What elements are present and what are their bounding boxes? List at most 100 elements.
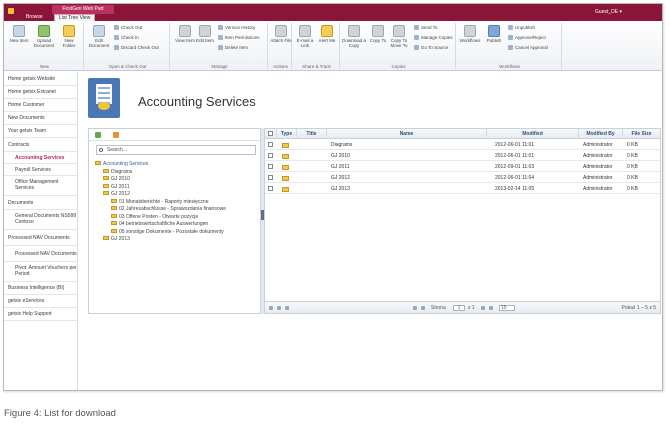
folder-icon	[282, 143, 289, 148]
tree-search-input[interactable]: Search...	[96, 145, 256, 155]
column-modified[interactable]: Modified	[487, 129, 579, 139]
tree-node[interactable]: 05 sonstige Dokumente - Pozostałe dokume…	[111, 228, 224, 235]
download-copy-button[interactable]: Download a Copy	[342, 25, 366, 48]
table-row[interactable]: GJ 2010 2012-06-01 11:01 Administrator 0 KB	[265, 151, 660, 161]
sidebar-item[interactable]: Processed NAV Documents	[4, 230, 77, 246]
pager-export-icon[interactable]	[285, 306, 289, 310]
tree-node[interactable]: 04 betriebswirtschaftliche Auswertungen	[111, 221, 208, 227]
last-page-icon[interactable]	[489, 306, 493, 310]
edit-item-button[interactable]: Edit Item	[194, 25, 216, 43]
unpublish-button[interactable]: Unpublish	[508, 25, 535, 31]
tree-node[interactable]: 03 Offene Posten - Otwarte pozycje	[111, 213, 198, 220]
sidebar-item[interactable]: General Documents NS999 Contoso	[4, 210, 77, 230]
tab-browse[interactable]: Browse	[22, 14, 47, 21]
view-item-button[interactable]: View Item	[174, 25, 196, 43]
sidebar-item[interactable]: Payroll Services	[4, 164, 77, 176]
tree-node[interactable]: 01 Monatsberichte - Raporty miesięczne	[111, 198, 209, 205]
figure-caption: Figure 4: List for download	[4, 408, 116, 419]
expand-all-icon[interactable]	[113, 132, 119, 138]
refresh-icon[interactable]	[95, 132, 101, 138]
tab-list-tree-view[interactable]: List Tree View	[54, 14, 96, 21]
sidebar-item[interactable]: Office Management Services	[4, 176, 77, 196]
row-modified: 2012-06-01 11:01	[495, 153, 535, 159]
email-link-button[interactable]: E-mail a Link	[294, 25, 316, 48]
row-checkbox[interactable]	[268, 186, 273, 191]
tree-node[interactable]: Accounting Services	[95, 161, 148, 167]
table-row[interactable]: Diagrams 2012-06-01 11:01 Administrator 0 K…	[265, 140, 660, 150]
sidebar-item[interactable]: Contracts	[4, 138, 77, 152]
item-permissions-button[interactable]: Item Permissions	[218, 35, 260, 41]
sidebar-item[interactable]: Accounting Services	[4, 152, 77, 164]
tree-node[interactable]: 02 Jahresabschlüsse - Sprawozdania finan…	[111, 206, 226, 212]
column-file-size[interactable]: File Size	[623, 129, 660, 139]
row-checkbox[interactable]	[268, 142, 273, 147]
select-all-checkbox[interactable]	[268, 131, 273, 136]
publish-button[interactable]: Publish	[483, 25, 505, 43]
sidebar-item[interactable]: Processed NAV Documents	[4, 246, 77, 262]
sidebar-item[interactable]: Business Intelligence (BI)	[4, 282, 77, 295]
first-page-icon[interactable]	[413, 306, 417, 310]
folder-icon	[103, 191, 109, 195]
coin-shape	[98, 102, 110, 110]
row-checkbox[interactable]	[268, 164, 273, 169]
page-number-input[interactable]: 1	[453, 305, 465, 311]
column-name[interactable]: Name	[327, 129, 487, 139]
copy-to-button[interactable]: Copy To	[367, 25, 389, 43]
table-row[interactable]: GJ 2013 2013-02-14 11:05 Administrator 0 KB	[265, 184, 660, 194]
attach-file-button[interactable]: Attach File	[270, 25, 292, 43]
sidebar-item[interactable]: Pivot: Amount Vouchers per Period	[4, 262, 77, 282]
row-checkbox[interactable]	[268, 153, 273, 158]
tree-node[interactable]: Diagrams	[103, 168, 132, 175]
column-title[interactable]: Title	[297, 129, 327, 139]
pager-refresh-icon[interactable]	[277, 306, 281, 310]
sidebar-item[interactable]: Home Customer	[4, 99, 77, 112]
check-out-button[interactable]: Check Out	[114, 25, 142, 31]
check-in-button[interactable]: Check In	[114, 35, 139, 41]
site-actions-icon[interactable]	[8, 8, 14, 14]
row-name[interactable]: Diagrams	[329, 140, 352, 150]
workflows-button[interactable]: Workflows	[458, 25, 482, 43]
send-to-button[interactable]: Send To	[414, 25, 437, 31]
table-row[interactable]: GJ 2012 2012-06-01 11:04 Administrator 0 KB	[265, 173, 660, 183]
version-history-button[interactable]: Version History	[218, 25, 255, 31]
next-page-icon[interactable]	[481, 306, 485, 310]
new-item-button[interactable]: New Item	[8, 25, 30, 43]
move-to-button[interactable]: Copy To Move To	[388, 25, 410, 48]
tree-node[interactable]: GJ 2013	[103, 236, 130, 242]
new-folder-button[interactable]: New Folder	[58, 25, 80, 48]
page-size-select[interactable]: 15	[499, 305, 515, 311]
manage-copies-button[interactable]: Manage Copies	[414, 35, 453, 41]
column-type[interactable]: Type	[277, 129, 297, 139]
select-all-column[interactable]	[265, 129, 277, 139]
sidebar-item[interactable]: getsix eServices	[4, 295, 77, 308]
table-row[interactable]: GJ 2011 2012-09-01 11:03 Administrator 0 KB	[265, 162, 660, 172]
sidebar-item[interactable]: New Documents	[4, 112, 77, 125]
sidebar-item[interactable]: Home getsix Extranet	[4, 86, 77, 99]
sidebar-item[interactable]: Your getsix Team	[4, 125, 77, 138]
go-to-source-button[interactable]: Go To Source	[414, 45, 448, 51]
pager-settings-icon[interactable]	[269, 306, 273, 310]
row-name[interactable]: GJ 2010	[329, 151, 350, 161]
row-checkbox[interactable]	[268, 175, 273, 180]
sidebar-item[interactable]: getsix Help Support	[4, 308, 77, 321]
row-modified: 2012-09-01 11:03	[495, 164, 535, 170]
tree-node[interactable]: GJ 2010	[103, 176, 130, 182]
prev-page-icon[interactable]	[421, 306, 425, 310]
sidebar-item[interactable]: Documents	[4, 196, 77, 210]
row-name[interactable]: GJ 2011	[329, 162, 350, 172]
edit-document-button[interactable]: Edit Document	[88, 25, 110, 48]
alert-me-button[interactable]: Alert Me	[316, 25, 338, 43]
approve-icon	[508, 35, 513, 40]
cancel-approval-button[interactable]: Cancel Approval	[508, 45, 548, 51]
upload-document-button[interactable]: Upload Document	[33, 25, 55, 48]
sidebar-item[interactable]: Home getsix Website	[4, 73, 77, 86]
discard-check-out-button[interactable]: Discard Check Out	[114, 45, 159, 51]
tree-node[interactable]: GJ 2011	[103, 183, 130, 190]
user-menu[interactable]: Guest_DE ▾	[595, 9, 622, 15]
column-modified-by[interactable]: Modified By	[579, 129, 623, 139]
delete-item-button[interactable]: Delete Item	[218, 45, 248, 51]
tree-node[interactable]: GJ 2012	[103, 191, 130, 197]
approve-reject-button[interactable]: Approve/Reject	[508, 35, 546, 41]
row-name[interactable]: GJ 2012	[329, 173, 350, 183]
row-name[interactable]: GJ 2013	[329, 184, 350, 194]
